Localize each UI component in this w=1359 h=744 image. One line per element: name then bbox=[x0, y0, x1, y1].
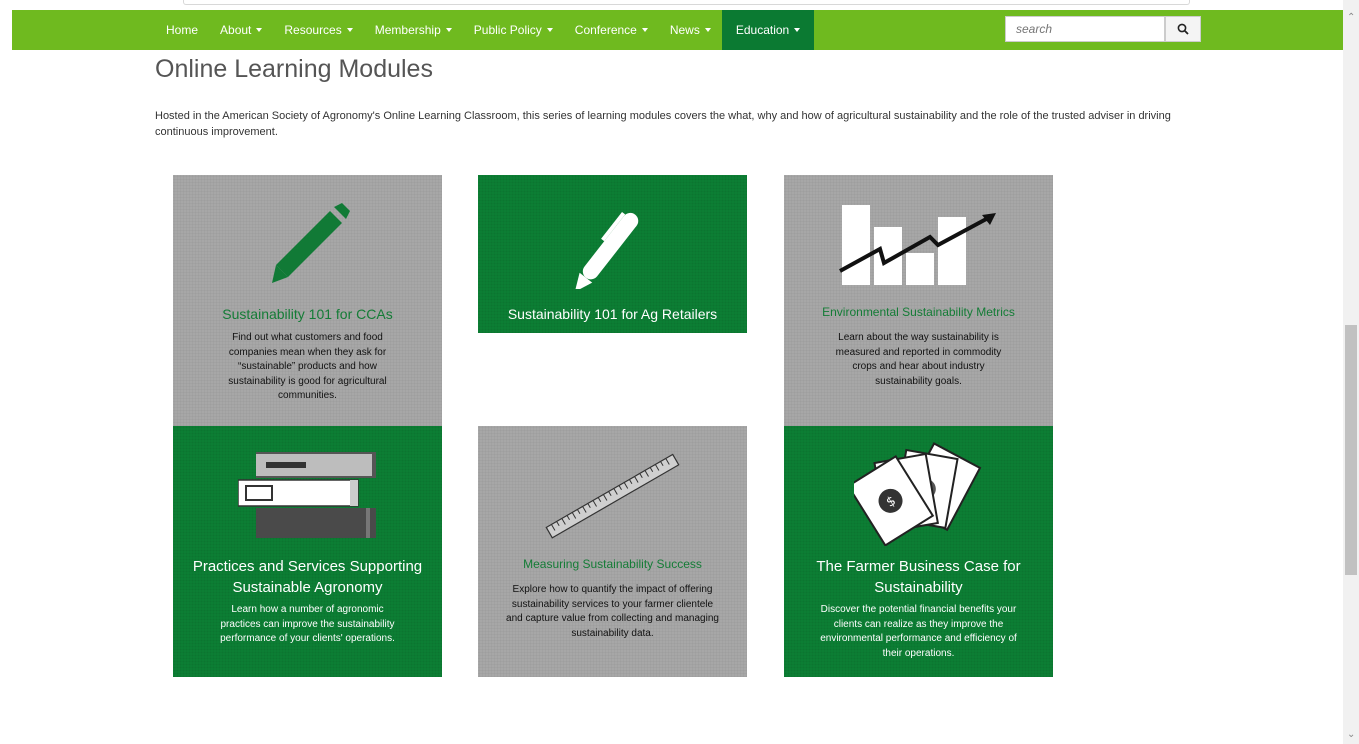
nav-conference-label: Conference bbox=[574, 23, 637, 37]
page-title: Online Learning Modules bbox=[155, 55, 433, 83]
nav-education[interactable]: Education bbox=[721, 10, 815, 50]
nav-membership-label: Membership bbox=[374, 23, 441, 37]
intro-paragraph: Hosted in the American Society of Agrono… bbox=[155, 110, 1171, 138]
module-title: Environmental Sustainability Metrics bbox=[822, 305, 1015, 319]
nav-home-label: Home bbox=[166, 23, 199, 37]
module-card-ccas[interactable]: Sustainability 101 for CCAs Find out wha… bbox=[173, 175, 442, 426]
caret-down-icon bbox=[794, 28, 801, 32]
module-description: Explore how to quantify the impact of of… bbox=[506, 584, 719, 639]
nav-home[interactable]: Home bbox=[155, 10, 209, 50]
ruler-icon bbox=[544, 453, 680, 539]
module-card-metrics[interactable]: Environmental Sustainability Metrics Lea… bbox=[784, 175, 1053, 426]
nav-conference[interactable]: Conference bbox=[564, 10, 659, 50]
search-button[interactable] bbox=[1165, 16, 1201, 42]
caret-down-icon bbox=[704, 28, 711, 32]
caret-down-icon bbox=[256, 28, 263, 32]
nav-news[interactable]: News bbox=[659, 10, 722, 50]
nav-about[interactable]: About bbox=[209, 10, 273, 50]
books-icon bbox=[237, 452, 376, 538]
search-input[interactable] bbox=[1005, 16, 1165, 42]
pen-icon bbox=[574, 211, 638, 289]
nav-news-label: News bbox=[669, 23, 700, 37]
browser-top-strip bbox=[0, 0, 1359, 10]
magnifier-icon bbox=[1177, 23, 1189, 35]
nav-public-policy[interactable]: Public Policy bbox=[463, 10, 564, 50]
module-title: Measuring Sustainability Success bbox=[523, 557, 702, 571]
nav-resources[interactable]: Resources bbox=[273, 10, 363, 50]
money-icon: $ bbox=[853, 442, 981, 546]
module-card-measuring[interactable]: Measuring Sustainability Success Explore… bbox=[478, 426, 747, 677]
module-description: Learn how a number of agronomic practice… bbox=[220, 604, 395, 644]
module-description: Discover the potential financial benefit… bbox=[820, 604, 1017, 659]
pencil-icon bbox=[271, 203, 350, 283]
module-description: Find out what customers and food compani… bbox=[228, 332, 387, 401]
caret-down-icon bbox=[346, 28, 353, 32]
module-title: Practices and Services Supporting Sustai… bbox=[192, 558, 423, 596]
scrollbar-thumb[interactable] bbox=[1345, 325, 1357, 575]
nav-membership[interactable]: Membership bbox=[364, 10, 463, 50]
nav-list: Home About Resources Membership Public P… bbox=[155, 10, 815, 50]
main-navbar: Home About Resources Membership Public P… bbox=[12, 10, 1343, 50]
module-title: The Farmer Business Case for Sustainabil… bbox=[816, 558, 1021, 596]
caret-down-icon bbox=[546, 28, 553, 32]
nav-resources-label: Resources bbox=[284, 23, 342, 37]
scroll-up-icon[interactable]: ⌃ bbox=[1347, 12, 1355, 23]
module-card-business-case[interactable]: $ The Farmer Business Case for Sustainab… bbox=[784, 426, 1053, 677]
bar-chart-icon bbox=[838, 205, 996, 285]
address-bar-edge bbox=[183, 0, 1190, 5]
module-title: Sustainability 101 for Ag Retailers bbox=[507, 306, 718, 322]
nav-public-policy-label: Public Policy bbox=[473, 23, 542, 37]
nav-about-label: About bbox=[220, 23, 252, 37]
caret-down-icon bbox=[641, 28, 648, 32]
caret-down-icon bbox=[445, 28, 452, 32]
scroll-down-icon[interactable]: ⌄ bbox=[1347, 729, 1355, 740]
nav-education-label: Education bbox=[735, 23, 790, 37]
module-card-practices[interactable]: Practices and Services Supporting Sustai… bbox=[173, 426, 442, 677]
module-title: Sustainability 101 for CCAs bbox=[222, 306, 393, 322]
module-card-ag-retailers[interactable]: Sustainability 101 for Ag Retailers bbox=[478, 175, 747, 333]
module-description: Learn about the way sustainability is me… bbox=[835, 332, 1002, 387]
